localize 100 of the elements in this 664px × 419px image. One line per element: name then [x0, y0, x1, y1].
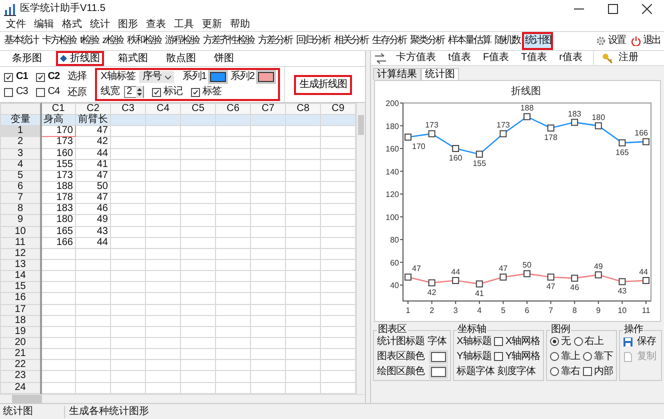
menu-item[interactable]: 更新	[202, 18, 222, 30]
maximize-icon[interactable]	[608, 4, 618, 14]
toolbar-button[interactable]: t值表	[446, 50, 473, 66]
checkbox[interactable]	[494, 337, 504, 346]
toolbar-button[interactable]: 方差齐性检验	[200, 33, 256, 49]
checkbox[interactable]	[36, 72, 45, 82]
checkbox[interactable]	[583, 367, 592, 376]
menu-item[interactable]: 查表	[146, 18, 166, 30]
column-header[interactable]: C4	[146, 104, 180, 115]
toolbar-button[interactable]: 游程检验	[162, 33, 201, 49]
radio-button[interactable]	[550, 352, 559, 361]
column-header[interactable]: C8	[286, 104, 320, 115]
row-header[interactable]: 13	[0, 259, 40, 271]
horizontal-scrollbar[interactable]	[0, 394, 365, 403]
checkbox[interactable]	[190, 88, 200, 96]
menu-item[interactable]: 帮助	[230, 18, 250, 30]
checkbox[interactable]	[4, 88, 13, 96]
menu-item[interactable]: 编辑	[34, 18, 54, 30]
vertical-scrollbar[interactable]	[356, 103, 365, 394]
radio-button[interactable]	[550, 337, 559, 346]
row-header[interactable]: 9	[0, 214, 40, 226]
row-header[interactable]: 11	[0, 237, 40, 248]
color-button[interactable]	[430, 366, 446, 376]
column-header[interactable]: C6	[216, 104, 250, 115]
row-header[interactable]: 15	[0, 282, 40, 293]
row-header[interactable]: 6	[0, 181, 40, 193]
option-label[interactable]: 绘图区颜色	[377, 366, 425, 378]
toolbar-button[interactable]: 卡方值表	[394, 50, 438, 66]
close-icon[interactable]	[642, 4, 652, 14]
action-link[interactable]: 还原	[68, 86, 87, 98]
row-header[interactable]: 10	[0, 226, 40, 238]
row-header[interactable]: 3	[0, 148, 40, 160]
toolbar-button[interactable]: 样本量估算	[446, 33, 492, 49]
exit-button[interactable]: 退出	[641, 33, 662, 49]
row-header[interactable]: 22	[0, 360, 40, 371]
register-button[interactable]: 注册	[616, 50, 640, 66]
option-label[interactable]: 图表区颜色	[377, 350, 425, 362]
toolbar-button[interactable]: 卡方检验	[40, 33, 78, 49]
toolbar-button[interactable]: t检验	[78, 33, 100, 49]
row-header[interactable]: 2	[0, 136, 40, 148]
menu-item[interactable]: 图形	[118, 18, 138, 30]
option-label[interactable]: 标题字体	[456, 366, 495, 378]
number-spinner[interactable]: 2	[124, 86, 144, 98]
tab[interactable]: 计算结果	[373, 68, 422, 80]
column-header[interactable]: C2	[76, 104, 110, 115]
column-header[interactable]: C9	[320, 104, 356, 115]
generate-chart-button[interactable]: 生成折线图	[294, 74, 352, 94]
toolbar-button[interactable]: r值表	[557, 50, 584, 66]
row-header[interactable]: 7	[0, 192, 40, 204]
toolbar-button[interactable]: z检验	[100, 33, 125, 49]
chart-type-tab[interactable]: 饼图	[210, 51, 238, 66]
radio-button[interactable]	[574, 337, 582, 346]
row-header[interactable]: 12	[0, 248, 40, 260]
menu-item[interactable]: 格式	[62, 18, 82, 30]
settings-button[interactable]: 设置	[606, 33, 627, 49]
menu-item[interactable]: 统计	[90, 18, 110, 30]
toolbar-button[interactable]: 相关分析	[332, 33, 370, 49]
row-header[interactable]: 5	[0, 170, 40, 182]
row-header[interactable]: 16	[0, 292, 40, 304]
checkbox[interactable]	[36, 88, 45, 96]
toolbar-button[interactable]: 聚类分析	[408, 33, 446, 49]
toolbar-button[interactable]: 随机数	[492, 33, 522, 49]
chart-type-tab[interactable]: 箱式图	[114, 51, 152, 66]
toolbar-button[interactable]: 生存分析	[370, 33, 408, 49]
radio-button[interactable]	[550, 367, 559, 376]
option-label[interactable]: 统计图标题	[377, 336, 425, 348]
column-header[interactable]: C7	[250, 104, 286, 115]
option-label[interactable]: Y轴标题	[456, 350, 492, 362]
tab[interactable]: 统计图	[421, 68, 460, 80]
row-header[interactable]: 21	[0, 348, 40, 360]
swap-icon[interactable]	[375, 52, 386, 64]
row-header[interactable]: 20	[0, 337, 40, 349]
option-label[interactable]: X轴标题	[456, 336, 492, 348]
toolbar-button[interactable]: 统计图	[522, 32, 554, 50]
option-label[interactable]: 字体	[428, 336, 447, 348]
checkbox[interactable]	[152, 88, 161, 96]
row-header[interactable]: 23	[0, 370, 40, 382]
spin-arrows-icon[interactable]	[136, 86, 143, 98]
column-header[interactable]: C1	[40, 104, 76, 115]
toolbar-button[interactable]: F值表	[480, 50, 512, 66]
color-button[interactable]	[210, 72, 226, 82]
checkbox[interactable]	[494, 352, 504, 361]
toolbar-button[interactable]: T值表	[519, 50, 550, 66]
menu-item[interactable]: 文件	[6, 18, 26, 30]
radio-button[interactable]	[583, 352, 592, 361]
checkbox[interactable]	[4, 72, 13, 82]
dropdown[interactable]: 序号	[139, 71, 174, 83]
toolbar-button[interactable]: 回归分析	[294, 33, 332, 49]
option-label[interactable]: 刻度字体	[498, 366, 536, 378]
toolbar-button[interactable]: 秩和检验	[124, 33, 163, 49]
row-header[interactable]: 4	[0, 159, 40, 170]
action-link[interactable]: 选择	[68, 70, 87, 82]
row-header[interactable]: 1	[0, 126, 40, 137]
color-button[interactable]	[258, 72, 274, 82]
row-header[interactable]: 24	[0, 382, 40, 394]
chart-type-tab[interactable]: 条形图	[8, 51, 46, 66]
toolbar-button[interactable]: 基本统计	[2, 33, 40, 49]
row-header[interactable]: 19	[0, 326, 40, 338]
save-button[interactable]: 保存	[635, 334, 658, 350]
toolbar-button[interactable]: 方差分析	[256, 33, 294, 49]
